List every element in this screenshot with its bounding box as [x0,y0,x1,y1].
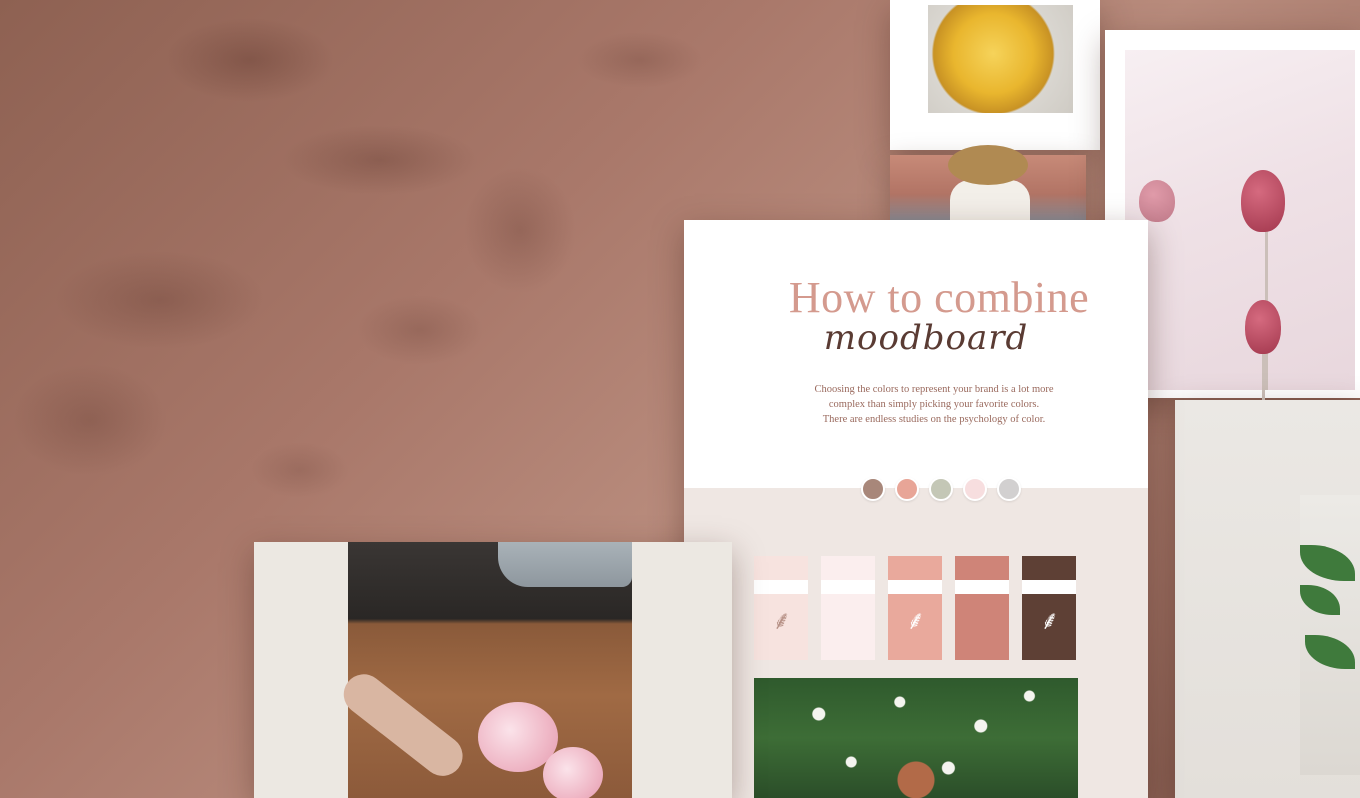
straw-hat-shape [948,145,1028,185]
sleeve-shape [498,542,632,587]
white-shirt-shape [950,180,1030,220]
swatch-band [754,580,808,594]
floral-face-photo [754,678,1078,798]
peony-table-photo [335,542,632,798]
pink-bud [1139,180,1175,222]
hat-woman-photo-card [890,145,1086,220]
color-dots-row [684,477,1148,501]
palette-swatch-5: ⸙ [1022,556,1076,660]
peony-flower [543,747,603,798]
moodboard-mockup-scene: How to combine moodboard Choosing the co… [0,0,1360,798]
swatch-band [955,580,1009,594]
moodboard-description: Choosing the colors to represent your br… [814,384,1054,425]
swatch-band [888,580,942,594]
moodboard-title: How to combine [788,273,1090,322]
pink-bud [1245,300,1281,354]
palette-dot-5 [997,477,1021,501]
plant-leaf [1305,635,1355,669]
moodboard-main-card: How to combine moodboard Choosing the co… [684,220,1148,798]
palette-dot-2 [895,477,919,501]
palette-dot-4 [963,477,987,501]
swatch-band [1022,580,1076,594]
pink-buds-photo [1125,50,1355,400]
palette-swatch-4 [955,556,1009,660]
peony-photo-card [254,542,732,798]
plant-wall-photo-card [1175,400,1360,798]
plant-leaf [1300,545,1355,581]
palette-dot-1 [861,477,885,501]
yellow-flowers-photo [928,5,1073,113]
yellow-flowers-photo-card [890,0,1100,150]
arm-shape [335,666,471,784]
leaf-sprig-icon: ⸙ [1040,606,1060,636]
plant-room-photo [1300,495,1360,775]
palette-dot-3 [929,477,953,501]
palette-swatch-3: ⸙ [888,556,942,660]
leaf-sprig-icon: ⸙ [772,606,792,636]
palette-swatch-2 [821,556,875,660]
plant-leaf [1300,585,1340,615]
swatch-band [821,580,875,594]
pink-bud [1241,170,1285,232]
leaf-sprig-icon: ⸙ [906,606,926,636]
palette-swatch-1: ⸙ [754,556,808,660]
moodboard-script-subtitle: moodboard [823,318,1029,358]
color-swatches-row: ⸙ ⸙ ⸙ [754,556,1082,664]
